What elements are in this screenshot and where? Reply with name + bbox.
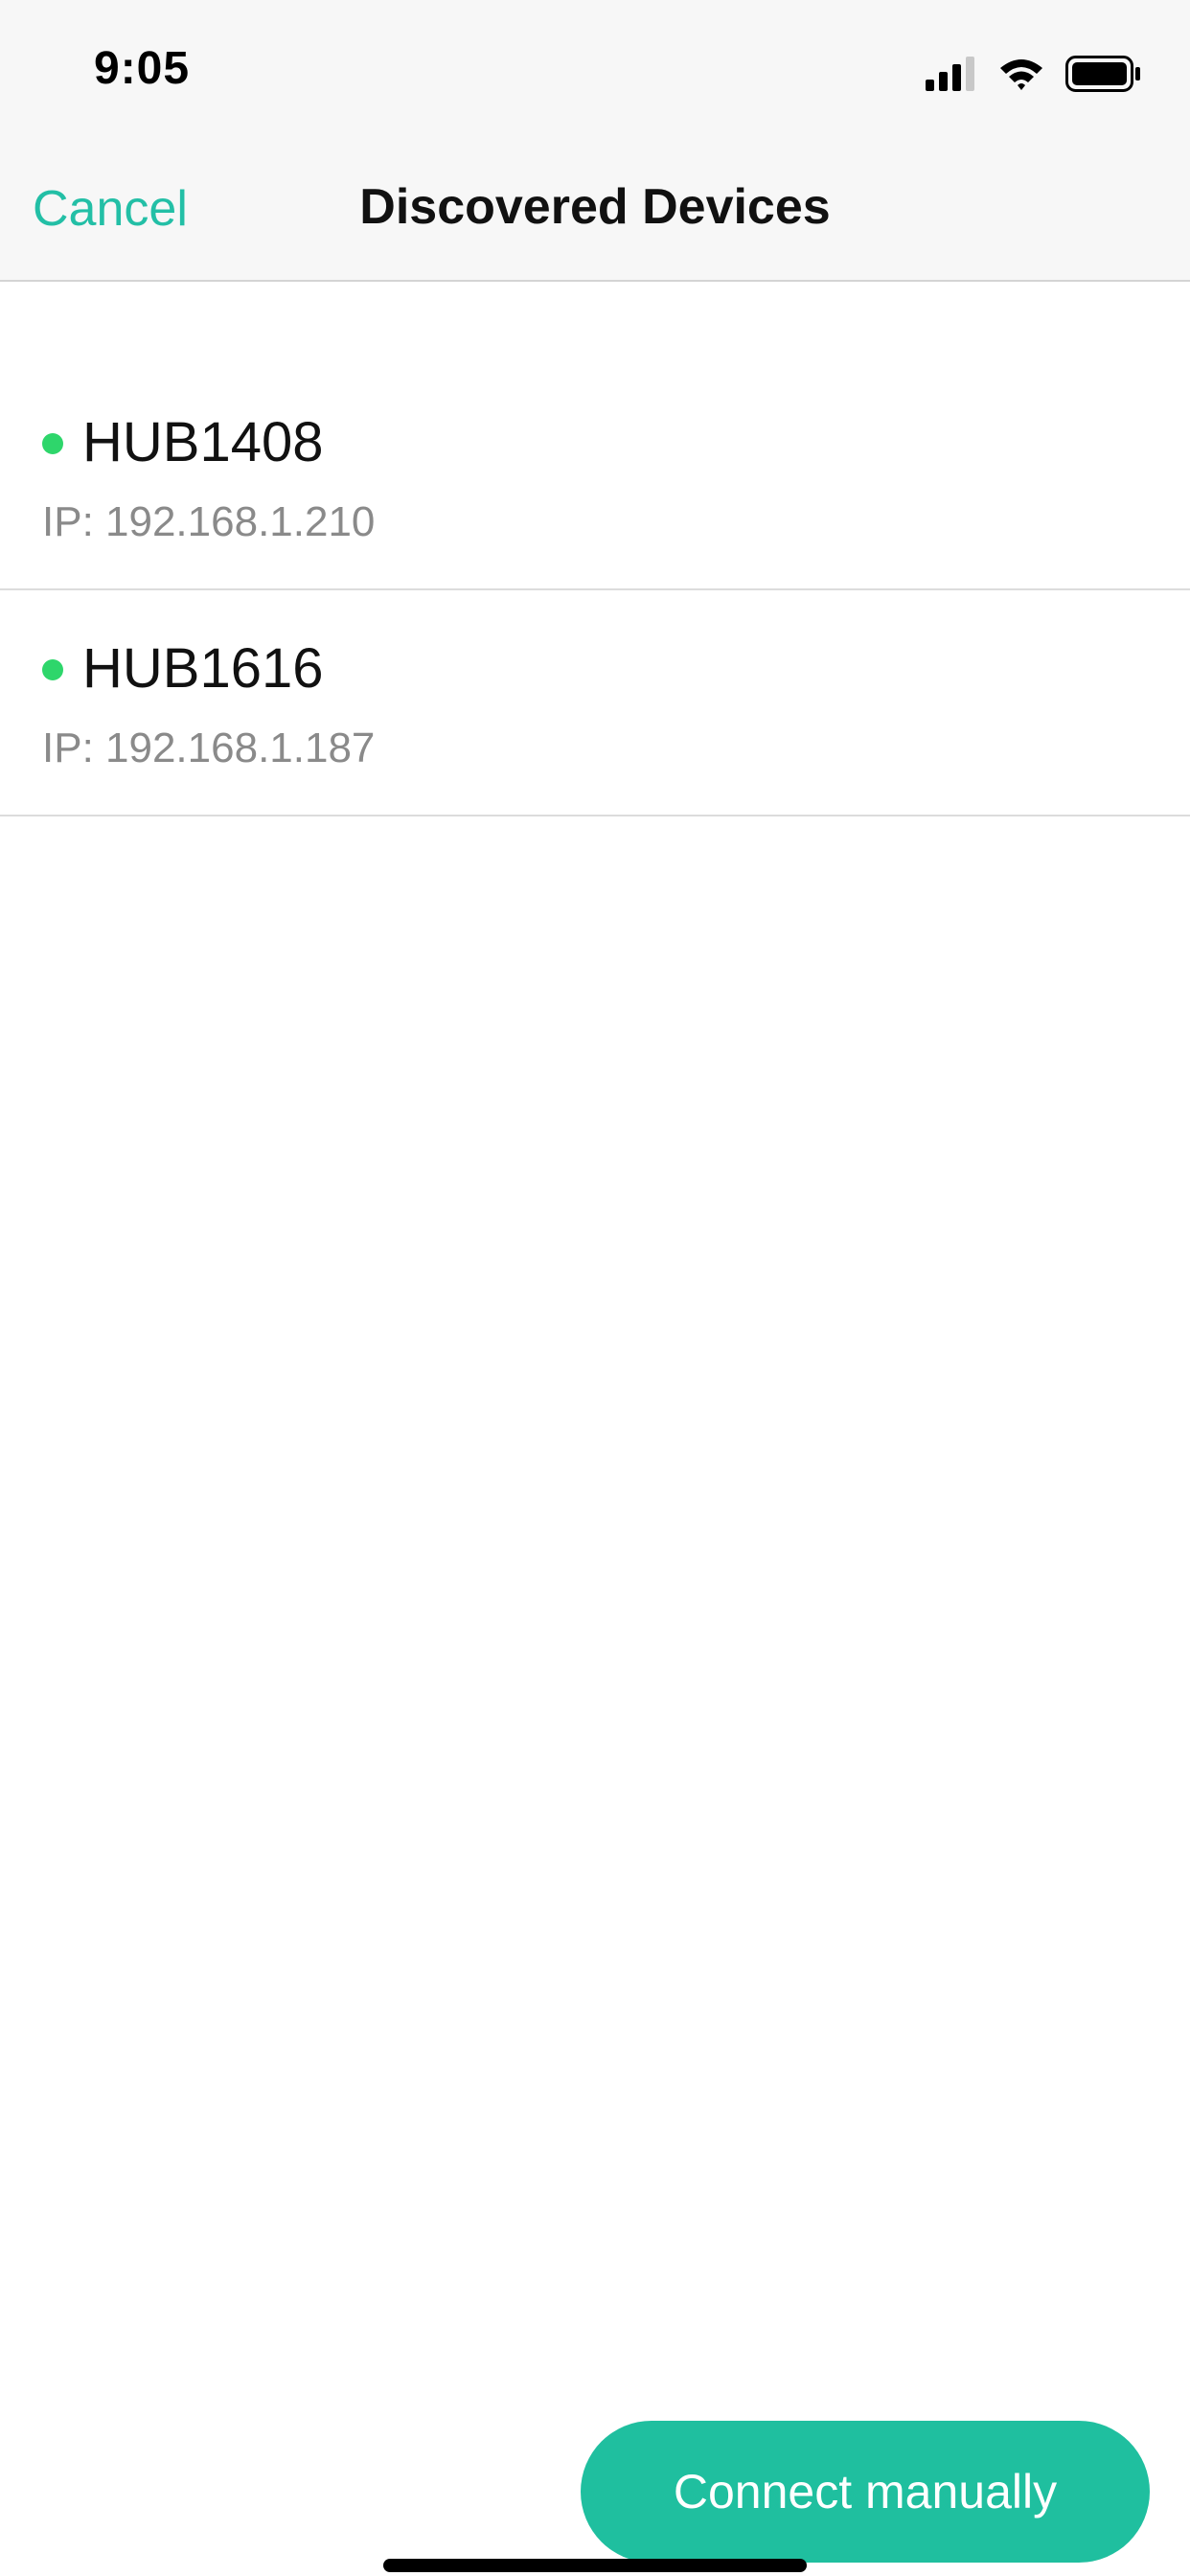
device-row-hub1616[interactable]: HUB1616 IP: 192.168.1.187 (0, 590, 1190, 816)
signal-icon (926, 57, 974, 91)
device-row-hub1408[interactable]: HUB1408 IP: 192.168.1.210 (0, 364, 1190, 590)
device-ip: IP: 192.168.1.187 (42, 724, 376, 771)
discovered-devices-screen: 9:05 Cancel Discovered Devices HUB1408 I… (0, 0, 1190, 2576)
page-title: Discovered Devices (359, 179, 831, 235)
online-status-dot (42, 659, 63, 680)
wifi-icon (1000, 59, 1042, 90)
top-bar: 9:05 Cancel Discovered Devices (0, 0, 1190, 282)
battery-icon (1065, 56, 1140, 92)
home-indicator (383, 2559, 807, 2572)
online-status-dot (42, 433, 63, 454)
device-list: HUB1408 IP: 192.168.1.210 HUB1616 IP: 19… (0, 364, 1190, 816)
connect-manually-button[interactable]: Connect manually (581, 2421, 1150, 2563)
status-icons (926, 52, 1142, 96)
device-ip: IP: 192.168.1.210 (42, 498, 376, 545)
status-time: 9:05 (94, 43, 191, 94)
device-name: HUB1408 (82, 411, 324, 473)
device-name: HUB1616 (82, 637, 324, 700)
